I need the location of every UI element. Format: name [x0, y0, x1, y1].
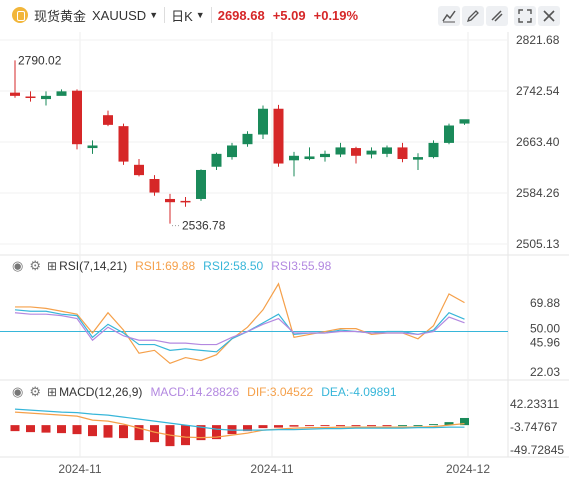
candle-body: [211, 153, 222, 167]
macd-tick-label: -3.74767: [510, 420, 558, 434]
price-tick-label: 2742.54: [516, 84, 560, 98]
settings-icon[interactable]: ⚙: [29, 384, 41, 400]
macd-histogram-bar: [274, 425, 283, 428]
rsi-series: [0, 282, 508, 365]
macd-indicator-name: MACD(12,26,9): [59, 385, 143, 399]
macd-histogram-bar: [305, 425, 314, 427]
macd-histogram-bar: [351, 425, 361, 427]
macd-histogram-bar: [10, 425, 20, 432]
candle-body: [103, 115, 113, 125]
candle-body: [56, 91, 67, 96]
chart-canvas[interactable]: 2821.68 2742.54 2663.40 2584.26 2505.13 69.88…: [0, 0, 569, 482]
macd-histogram-bar: [88, 425, 97, 437]
candle-body: [335, 147, 346, 155]
rsi3-value: RSI3:55.98: [271, 259, 332, 273]
candle-body: [25, 96, 36, 99]
rsi1-value: RSI1:69.88: [135, 259, 196, 273]
macd-tick-label: 42.23311: [510, 397, 559, 411]
macd-histogram-bar: [41, 425, 51, 433]
settings-icon[interactable]: ⚙: [29, 258, 41, 274]
macd-series: [10, 408, 469, 447]
candle-body: [72, 90, 82, 145]
rsi-line-rsi2: [14, 309, 465, 353]
candle-body: [87, 145, 98, 149]
rsi-tick-label: 22.03: [530, 365, 560, 379]
macd-value: MACD:14.28826: [150, 385, 240, 399]
price-tick-label: 2663.40: [516, 135, 560, 149]
rsi-indicator-name: RSI(7,14,21): [59, 259, 128, 273]
candle-body: [304, 156, 315, 160]
candle-body: [242, 133, 253, 145]
candle-body: [165, 198, 175, 203]
macd-panel-header: ◉ ⚙ ⊞ MACD(12,26,9) MACD:14.28826 DIF:3.…: [12, 384, 397, 400]
candle-body: [289, 155, 299, 161]
macd-histogram-bar: [336, 425, 345, 427]
macd-histogram-bar: [181, 425, 190, 446]
candle-body: [41, 95, 51, 100]
candle-body: [320, 153, 330, 158]
candle-body: [196, 169, 206, 199]
date-tick-label: 2024-11: [58, 462, 101, 476]
candle-body: [118, 126, 129, 162]
expand-icon[interactable]: ⊞: [47, 385, 57, 399]
rsi-tick-label: 45.96: [530, 336, 560, 350]
dif-line: [14, 411, 465, 439]
candle-body: [428, 142, 439, 158]
candle-body: [149, 178, 160, 193]
dea-value: DEA:-4.09891: [321, 385, 397, 399]
candle-body: [180, 200, 191, 203]
expand-icon[interactable]: ⊞: [47, 259, 57, 273]
date-tick-label: 2024-11: [250, 462, 293, 476]
candle-body: [413, 157, 423, 160]
price-tick-label: 2584.26: [516, 186, 560, 200]
candle-body: [366, 150, 377, 155]
macd-histogram-bar: [367, 425, 376, 427]
macd-histogram-bar: [413, 425, 423, 427]
macd-histogram-bar: [26, 425, 35, 433]
candlestick-series: [10, 60, 470, 227]
candle-body: [351, 148, 361, 156]
rsi-tick-label: 69.88: [530, 296, 560, 310]
macd-histogram-bar: [289, 425, 299, 427]
macd-histogram-bar: [119, 425, 128, 439]
macd-histogram-bar: [398, 425, 407, 427]
price-tick-label: 2505.13: [516, 237, 560, 251]
macd-histogram-bar: [57, 425, 66, 434]
macd-histogram-bar: [150, 425, 159, 443]
candle-body: [382, 147, 392, 154]
macd-tick-label: -49.72845: [510, 443, 564, 457]
rsi-line-rsi3: [14, 312, 465, 346]
macd-histogram-bar: [258, 425, 268, 429]
macd-histogram-bar: [429, 424, 438, 426]
macd-histogram-bar: [320, 425, 330, 427]
high-price-label: 2790.02: [18, 53, 62, 67]
candle-body: [459, 119, 470, 124]
rsi-panel-header: ◉ ⚙ ⊞ RSI(7,14,21) RSI1:69.88 RSI2:58.50…: [12, 258, 331, 274]
eye-icon[interactable]: ◉: [12, 384, 23, 400]
candle-body: [444, 125, 454, 143]
date-tick-label: 2024-12: [446, 462, 490, 476]
price-tick-label: 2821.68: [516, 33, 560, 47]
candle-body: [134, 164, 144, 176]
candle-body: [227, 145, 237, 158]
macd-histogram-bar: [382, 425, 392, 427]
candle-body: [258, 108, 268, 135]
macd-histogram-bar: [103, 425, 113, 438]
rsi-tick-label: 50.00: [530, 322, 560, 336]
rsi2-value: RSI2:58.50: [203, 259, 264, 273]
candle-body: [273, 108, 284, 164]
eye-icon[interactable]: ◉: [12, 258, 23, 274]
candle-body: [10, 92, 20, 96]
low-price-label: 2536.78: [182, 219, 226, 233]
dif-value: DIF:3.04522: [247, 385, 314, 399]
candle-body: [397, 147, 408, 160]
macd-histogram-bar: [72, 425, 82, 435]
